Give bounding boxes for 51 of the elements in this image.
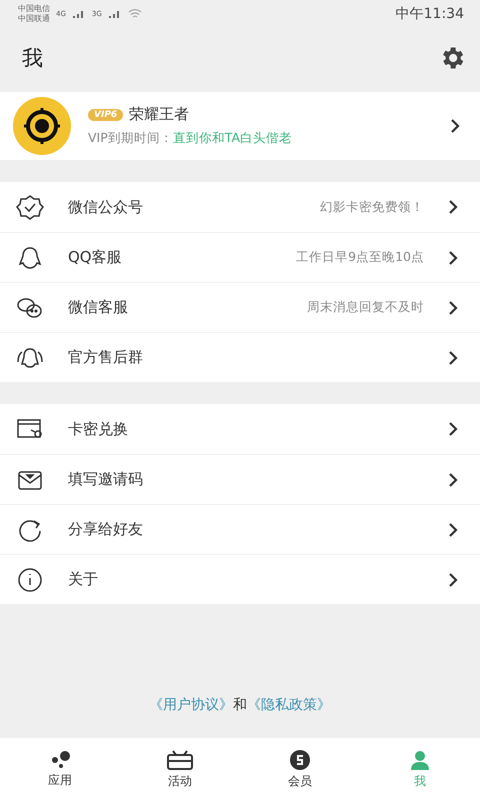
menu-item[interactable]: 微信公众号 幻影卡密免费领！	[0, 182, 480, 232]
menu-item[interactable]: 分享给好友	[0, 504, 480, 554]
menu-note: 幻影卡密免费领！	[320, 198, 424, 216]
joiner-text: 和	[233, 696, 247, 714]
page-title: 我	[22, 45, 43, 72]
menu-label: 分享给好友	[68, 520, 144, 539]
vip-badge: VIP6	[88, 108, 124, 120]
chevron-icon	[448, 300, 458, 316]
coin-icon	[288, 748, 312, 770]
person-icon	[408, 748, 432, 770]
chevron-icon	[448, 421, 458, 437]
menu-item[interactable]: 关于	[0, 554, 480, 604]
menu-label: 微信公众号	[68, 198, 144, 216]
chevron-icon	[448, 472, 458, 488]
menu-note: 工作日早9点至晚10点	[296, 249, 424, 266]
info-icon	[16, 566, 44, 592]
carrier-name: 中国电信	[18, 4, 50, 14]
menu-item[interactable]: 官方售后群	[0, 332, 480, 382]
menu-label: QQ客服	[68, 248, 123, 267]
profile-card[interactable]: VIP6 荣耀王者 VIP到期时间：直到你和TA白头偕老	[0, 92, 480, 160]
menu-label: 填写邀请码	[68, 470, 144, 489]
menu-item[interactable]: 填写邀请码	[0, 454, 480, 504]
chevron-icon	[448, 572, 458, 588]
menu-item[interactable]: 卡密兑换	[0, 404, 480, 454]
expiry-label: VIP到期时间：	[88, 130, 173, 147]
gift-box-icon	[166, 748, 194, 770]
chevron-icon	[448, 350, 458, 366]
chevron-icon	[448, 522, 458, 538]
menu-item[interactable]: QQ客服 工作日早9点至晚10点	[0, 232, 480, 282]
menu-label: 关于	[68, 570, 99, 589]
chevron-icon	[448, 199, 458, 215]
menu-label: 官方售后群	[68, 348, 144, 367]
clock-time: 中午11:34	[396, 5, 464, 23]
wifi-icon	[128, 9, 142, 19]
chevron-icon	[448, 250, 458, 266]
carrier-name: 中国联通	[18, 14, 50, 24]
badge-check-icon	[16, 194, 44, 220]
tab[interactable]: 应用	[0, 738, 120, 800]
signal-icon	[108, 9, 122, 19]
menu-label: 卡密兑换	[68, 420, 129, 438]
penguin-icon	[16, 244, 44, 270]
menu-item[interactable]: 微信客服 周末消息回复不及时	[0, 282, 480, 332]
avatar-icon	[12, 96, 72, 156]
tab[interactable]: 会员	[240, 738, 360, 800]
signal-icon	[72, 9, 86, 19]
menu-label: 微信客服	[68, 298, 129, 317]
chevron-icon	[450, 118, 460, 134]
menu-note: 周末消息回复不及时	[307, 299, 424, 316]
user-name: 荣耀王者	[129, 105, 190, 124]
tab[interactable]: 活动	[120, 738, 240, 800]
expiry-value: 直到你和TA白头偕老	[172, 130, 292, 147]
